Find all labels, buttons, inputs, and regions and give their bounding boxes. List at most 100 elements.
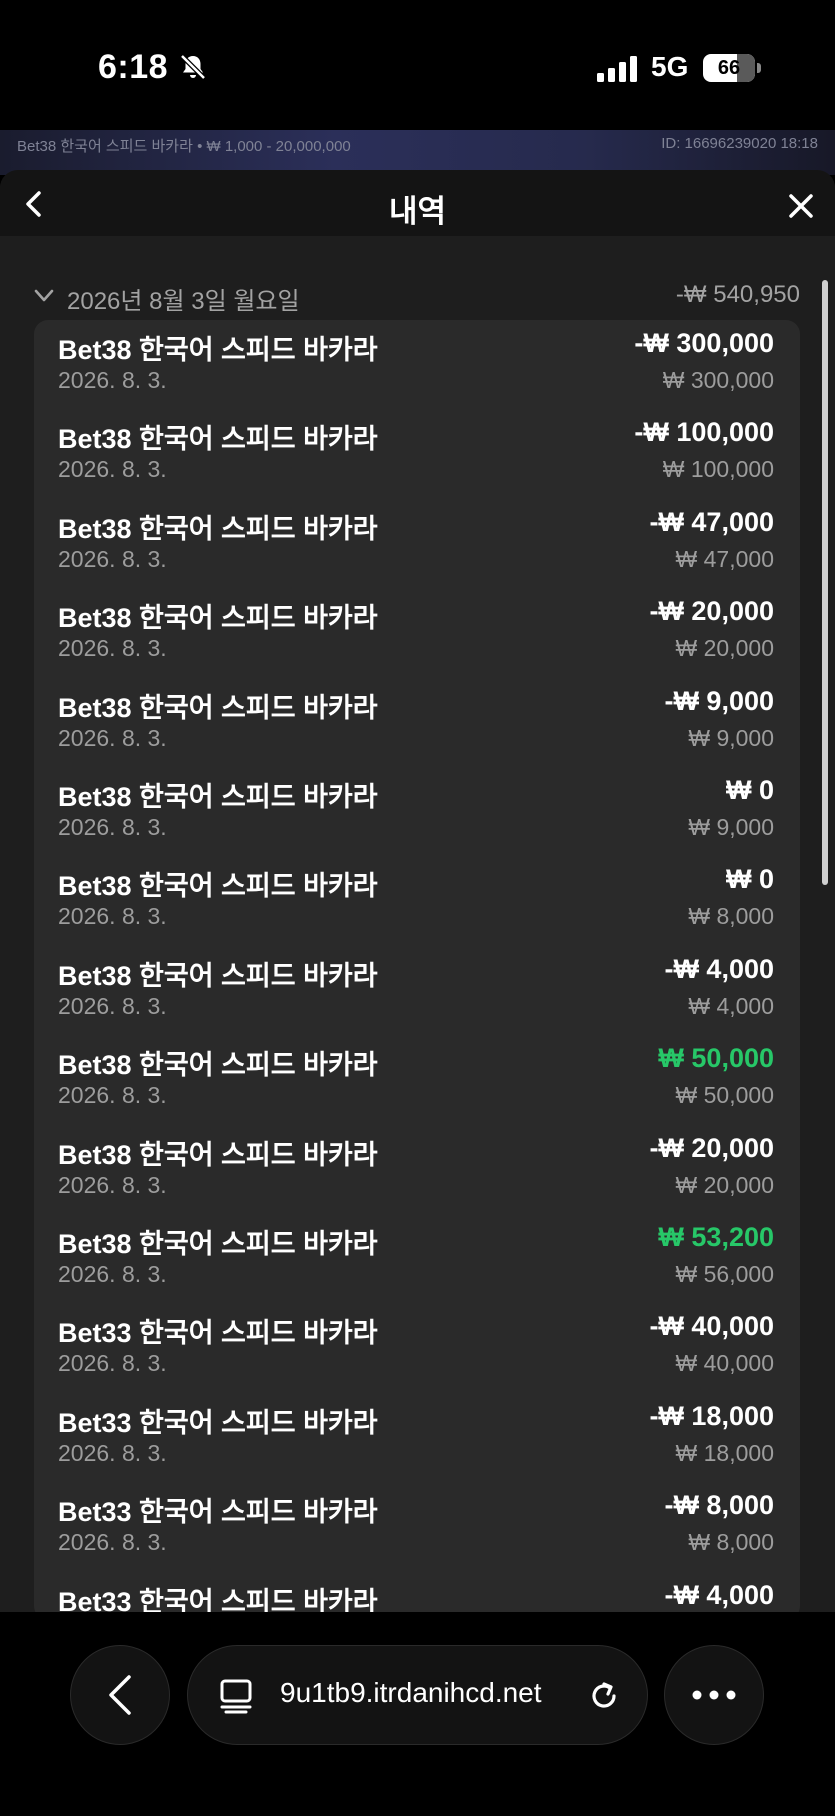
chevron-left-icon	[109, 1675, 131, 1715]
game-round-id: ID: 16696239020 18:18	[661, 135, 818, 152]
row-amount: -₩ 8,000	[664, 1490, 774, 1521]
tabs-icon	[220, 1679, 252, 1714]
row-amount: -₩ 100,000	[634, 417, 774, 448]
row-title: Bet38 한국어 스피드 바카라	[58, 871, 378, 902]
chevron-down-icon	[34, 289, 54, 302]
history-row[interactable]: Bet38 한국어 스피드 바카라 2026. 8. 3. ₩ 50,000 ₩ 50…	[34, 1035, 800, 1124]
row-title: Bet38 한국어 스피드 바카라	[58, 782, 378, 812]
row-amount: -₩ 20,000	[649, 1132, 774, 1163]
row-date: 2026. 8. 3.	[58, 1350, 167, 1377]
row-date: 2026. 8. 3.	[58, 367, 167, 393]
row-title: Bet38 한국어 스피드 바카라	[58, 513, 378, 544]
row-date: 2026. 8. 3.	[58, 1082, 167, 1109]
more-button[interactable]	[664, 1645, 764, 1745]
history-row[interactable]: Bet38 한국어 스피드 바카라 2026. 8. 3. -₩ 47,000 ₩ 4…	[34, 499, 800, 588]
row-stake: ₩ 8,000	[688, 1529, 774, 1556]
history-row[interactable]: Bet38 한국어 스피드 바카라 2026. 8. 3. -₩ 20,000 ₩ 2…	[34, 588, 800, 677]
row-stake: ₩ 47,000	[675, 545, 774, 572]
row-amount: ₩ 50,000	[658, 1043, 774, 1074]
row-title: Bet38 한국어 스피드 바카라	[58, 960, 378, 991]
row-amount: -₩ 40,000	[649, 1311, 774, 1342]
sheet-header: 내역	[0, 170, 835, 236]
reload-icon[interactable]	[584, 1676, 624, 1716]
history-row[interactable]: Bet38 한국어 스피드 바카라 2026. 8. 3. -₩ 300,000 ₩ …	[34, 320, 800, 409]
row-date: 2026. 8. 3.	[58, 814, 167, 840]
sheet-title: 내역	[388, 194, 447, 229]
row-stake: ₩ 50,000	[675, 1082, 774, 1109]
history-list: Bet38 한국어 스피드 바카라 2026. 8. 3. -₩ 300,000 ₩ …	[34, 320, 800, 1612]
row-amount: -₩ 4,000	[664, 953, 774, 984]
row-amount: -₩ 9,000	[664, 685, 774, 716]
row-stake: ₩ 40,000	[675, 1350, 774, 1377]
day-group-header[interactable]: 2026년 8월 3일 월요일 -₩ 540,950	[30, 278, 800, 315]
row-title: Bet38 한국어 스피드 바카라	[58, 424, 378, 455]
row-title: Bet38 한국어 스피드 바카라	[58, 603, 378, 634]
scrollbar[interactable]	[822, 280, 828, 885]
history-row[interactable]: Bet33 한국어 스피드 바카라 2026. 8. 3. -₩ 8,000 ₩ 8,…	[34, 1482, 800, 1571]
row-date: 2026. 8. 3.	[58, 1439, 167, 1466]
signal-icon	[597, 56, 637, 82]
browser-toolbar: 9u1tb9.itrdanihcd.net	[0, 1612, 835, 1816]
row-stake: ₩ 18,000	[675, 1439, 774, 1466]
history-row[interactable]: Bet38 한국어 스피드 바카라 2026. 8. 3. -₩ 9,000 ₩ 9,…	[34, 678, 800, 767]
row-stake: ₩ 56,000	[675, 1261, 774, 1287]
game-table-info: Bet38 한국어 스피드 바카라 • ₩ 1,000 - 20,000,000	[17, 138, 351, 155]
row-stake: ₩ 20,000	[675, 1171, 774, 1198]
row-stake: ₩ 300,000	[662, 367, 774, 393]
row-amount: -₩ 47,000	[649, 506, 774, 537]
row-amount: -₩ 4,000	[664, 1579, 774, 1610]
history-row[interactable]: Bet38 한국어 스피드 바카라 2026. 8. 3. -₩ 100,000 ₩ …	[34, 409, 800, 498]
history-row[interactable]: Bet38 한국어 스피드 바카라 2026. 8. 3. ₩ 0 ₩ 9,000	[34, 767, 800, 856]
row-amount: ₩ 0	[725, 775, 774, 805]
row-stake: ₩ 100,000	[662, 456, 774, 483]
history-row[interactable]: Bet33 한국어 스피드 바카라 2026. 8. 3. -₩ 40,000 ₩ 4…	[34, 1303, 800, 1392]
row-stake: ₩ 8,000	[688, 903, 774, 930]
row-stake: ₩ 9,000	[688, 724, 774, 751]
address-bar[interactable]: 9u1tb9.itrdanihcd.net	[187, 1645, 648, 1745]
row-date: 2026. 8. 3.	[58, 1171, 167, 1198]
row-date: 2026. 8. 3.	[58, 903, 167, 930]
row-title: Bet33 한국어 스피드 바카라	[58, 1586, 378, 1612]
battery-icon: 66	[703, 54, 761, 82]
close-button[interactable]	[781, 186, 821, 226]
row-date: 2026. 8. 3.	[58, 724, 167, 751]
history-row[interactable]: Bet38 한국어 스피드 바카라 2026. 8. 3. -₩ 4,000 ₩ 4,…	[34, 946, 800, 1035]
row-title: Bet33 한국어 스피드 바카라	[58, 1497, 378, 1528]
row-amount: -₩ 300,000	[634, 328, 774, 358]
network-label: 5G	[651, 51, 689, 82]
row-date: 2026. 8. 3.	[58, 1529, 167, 1556]
row-date: 2026. 8. 3.	[58, 635, 167, 662]
browser-back-button[interactable]	[70, 1645, 170, 1745]
row-amount: -₩ 18,000	[649, 1400, 774, 1431]
row-title: Bet38 한국어 스피드 바카라	[58, 1050, 378, 1081]
close-icon	[789, 194, 813, 218]
battery-percent: 66	[717, 56, 741, 79]
more-icon	[692, 1690, 736, 1700]
day-total: -₩ 540,950	[675, 281, 800, 308]
row-amount: ₩ 0	[725, 864, 774, 895]
day-date: 2026년 8월 3일 월요일	[67, 288, 300, 315]
history-row[interactable]: Bet38 한국어 스피드 바카라 2026. 8. 3. -₩ 20,000 ₩ 2…	[34, 1125, 800, 1214]
history-row[interactable]: Bet33 한국어 스피드 바카라 2026. 8. 3. -₩ 18,000 ₩ 1…	[34, 1393, 800, 1482]
row-amount: -₩ 20,000	[649, 596, 774, 627]
history-sheet: 내역 2026년 8월 3일 월요일 -₩ 540,950 Bet38 한국어 …	[0, 170, 835, 1612]
row-stake: ₩ 9,000	[688, 814, 774, 840]
row-title: Bet38 한국어 스피드 바카라	[58, 692, 378, 723]
row-title: Bet33 한국어 스피드 바카라	[58, 1407, 378, 1438]
row-date: 2026. 8. 3.	[58, 545, 167, 572]
bell-slash-icon	[180, 54, 206, 80]
row-date: 2026. 8. 3.	[58, 456, 167, 483]
row-title: Bet33 한국어 스피드 바카라	[58, 1318, 378, 1349]
row-stake: ₩ 20,000	[675, 635, 774, 662]
row-stake: ₩ 4,000	[688, 992, 774, 1019]
row-date: 2026. 8. 3.	[58, 1261, 167, 1287]
history-row[interactable]: Bet33 한국어 스피드 바카라 -₩ 4,000	[34, 1572, 800, 1612]
history-row[interactable]: Bet38 한국어 스피드 바카라 2026. 8. 3. ₩ 0 ₩ 8,000	[34, 856, 800, 945]
row-title: Bet38 한국어 스피드 바카라	[58, 1229, 378, 1259]
row-amount: ₩ 53,200	[658, 1222, 774, 1252]
row-title: Bet38 한국어 스피드 바카라	[58, 335, 378, 365]
url-text[interactable]: 9u1tb9.itrdanihcd.net	[280, 1677, 542, 1709]
row-date: 2026. 8. 3.	[58, 992, 167, 1019]
row-title: Bet38 한국어 스피드 바카라	[58, 1139, 378, 1170]
history-row[interactable]: Bet38 한국어 스피드 바카라 2026. 8. 3. ₩ 53,200 ₩ 56…	[34, 1214, 800, 1303]
